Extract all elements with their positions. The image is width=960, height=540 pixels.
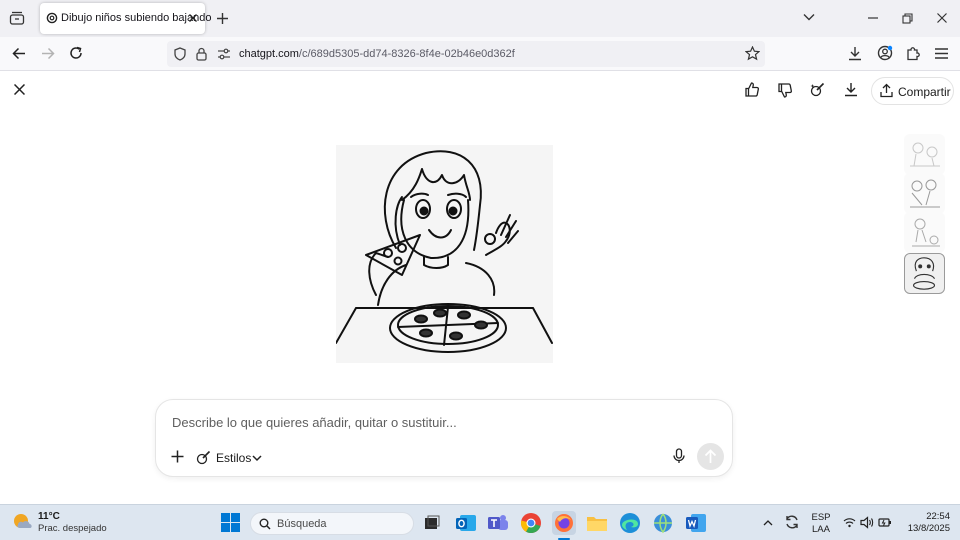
styles-brush-icon — [196, 450, 211, 465]
image-thumbnail[interactable] — [904, 173, 945, 214]
arrow-up-icon — [704, 449, 717, 463]
prompt-input-placeholder[interactable]: Describe lo que quieres añadir, quitar o… — [172, 415, 457, 430]
download-icon[interactable] — [844, 82, 858, 97]
clock-date: 13/8/2025 — [907, 523, 950, 534]
windows-taskbar: 11°C Prac. despejado Búsqueda ESP LAA 22… — [0, 504, 960, 540]
task-view-icon[interactable] — [420, 511, 444, 535]
battery-icon[interactable] — [878, 516, 892, 529]
tab-strip: Dibujo niños subiendo bajando — [0, 0, 960, 37]
clock-time: 22:54 — [926, 511, 950, 522]
forward-arrow-icon[interactable] — [41, 47, 55, 60]
girl-eating-pizza-drawing — [336, 150, 553, 353]
search-icon — [259, 518, 271, 530]
edge-icon[interactable] — [618, 511, 642, 535]
thumbnail-sketch-icon — [910, 179, 940, 208]
outlook-icon[interactable] — [454, 511, 478, 535]
thumbnail-sketch-icon — [912, 257, 936, 290]
openai-favicon-icon — [46, 12, 58, 24]
weather-temperature: 11°C — [38, 511, 60, 522]
volume-icon[interactable] — [860, 516, 874, 529]
new-tab-icon[interactable] — [216, 12, 229, 25]
image-thumbnail[interactable] — [904, 134, 945, 175]
url-text: chatgpt.com/c/689d5305-dd74-8326-8f4e-02… — [239, 48, 515, 60]
share-label: Compartir — [898, 85, 951, 99]
edit-image-brush-icon[interactable] — [810, 82, 825, 97]
clock[interactable]: 22:54 13/8/2025 — [900, 511, 950, 535]
thumbnail-sketch-icon — [910, 142, 940, 167]
lock-icon[interactable] — [196, 47, 207, 61]
search-label: Búsqueda — [277, 518, 327, 530]
tracking-shield-icon[interactable] — [174, 47, 186, 61]
weather-description: Prac. despejado — [38, 523, 107, 534]
windows-start-icon[interactable] — [221, 513, 240, 532]
chevron-down-icon — [252, 455, 262, 462]
extensions-puzzle-icon[interactable] — [906, 45, 921, 61]
teams-icon[interactable] — [486, 511, 510, 535]
send-button[interactable] — [697, 443, 724, 470]
word-icon[interactable] — [684, 511, 708, 535]
chatgpt-image-view: Compartir Describe lo que quieres añadir… — [0, 71, 960, 504]
account-icon[interactable] — [877, 45, 893, 61]
firefox-icon[interactable] — [552, 511, 576, 535]
styles-label: Estilos — [216, 451, 252, 465]
address-bar[interactable]: chatgpt.com/c/689d5305-dd74-8326-8f4e-02… — [167, 41, 765, 67]
generated-image[interactable] — [336, 145, 553, 363]
share-upload-icon — [880, 83, 893, 98]
image-thumbnail[interactable] — [904, 212, 945, 253]
thumbs-up-icon[interactable] — [745, 82, 759, 97]
wifi-icon[interactable] — [843, 517, 856, 528]
add-plus-icon[interactable] — [171, 450, 184, 463]
hamburger-menu-icon[interactable] — [935, 48, 948, 59]
close-tab-icon[interactable] — [188, 13, 198, 23]
chrome-icon[interactable] — [519, 511, 543, 535]
back-arrow-icon[interactable] — [12, 47, 26, 60]
weather-icon[interactable] — [12, 511, 34, 533]
taskbar-search-box[interactable]: Búsqueda — [250, 512, 414, 535]
thumbnail-sketch-icon — [912, 218, 940, 247]
close-icon[interactable] — [14, 84, 25, 95]
image-thumbnail-selected[interactable] — [904, 253, 945, 294]
microphone-icon[interactable] — [673, 448, 685, 464]
file-explorer-icon[interactable] — [585, 511, 609, 535]
share-button[interactable]: Compartir — [871, 77, 954, 105]
permissions-icon[interactable] — [217, 48, 231, 60]
network-app-icon[interactable] — [651, 511, 675, 535]
restore-icon[interactable] — [902, 13, 913, 24]
close-window-icon[interactable] — [937, 13, 947, 23]
tray-chevron-up-icon[interactable] — [763, 519, 773, 526]
thumbs-down-icon[interactable] — [778, 83, 792, 98]
minimize-icon[interactable] — [868, 17, 878, 19]
active-tab[interactable]: Dibujo niños subiendo bajando — [40, 3, 211, 34]
navigation-toolbar: chatgpt.com/c/689d5305-dd74-8326-8f4e-02… — [0, 37, 960, 71]
edit-prompt-composer[interactable]: Describe lo que quieres añadir, quitar o… — [155, 399, 733, 477]
tab-list-icon[interactable] — [9, 11, 25, 25]
reload-icon[interactable] — [69, 46, 83, 60]
sync-icon[interactable] — [784, 514, 800, 530]
downloads-icon[interactable] — [848, 46, 862, 61]
list-all-tabs-chevron-icon[interactable] — [803, 13, 815, 21]
language-indicator[interactable]: ESP LAA — [811, 512, 831, 536]
bookmark-star-icon[interactable] — [745, 46, 760, 61]
